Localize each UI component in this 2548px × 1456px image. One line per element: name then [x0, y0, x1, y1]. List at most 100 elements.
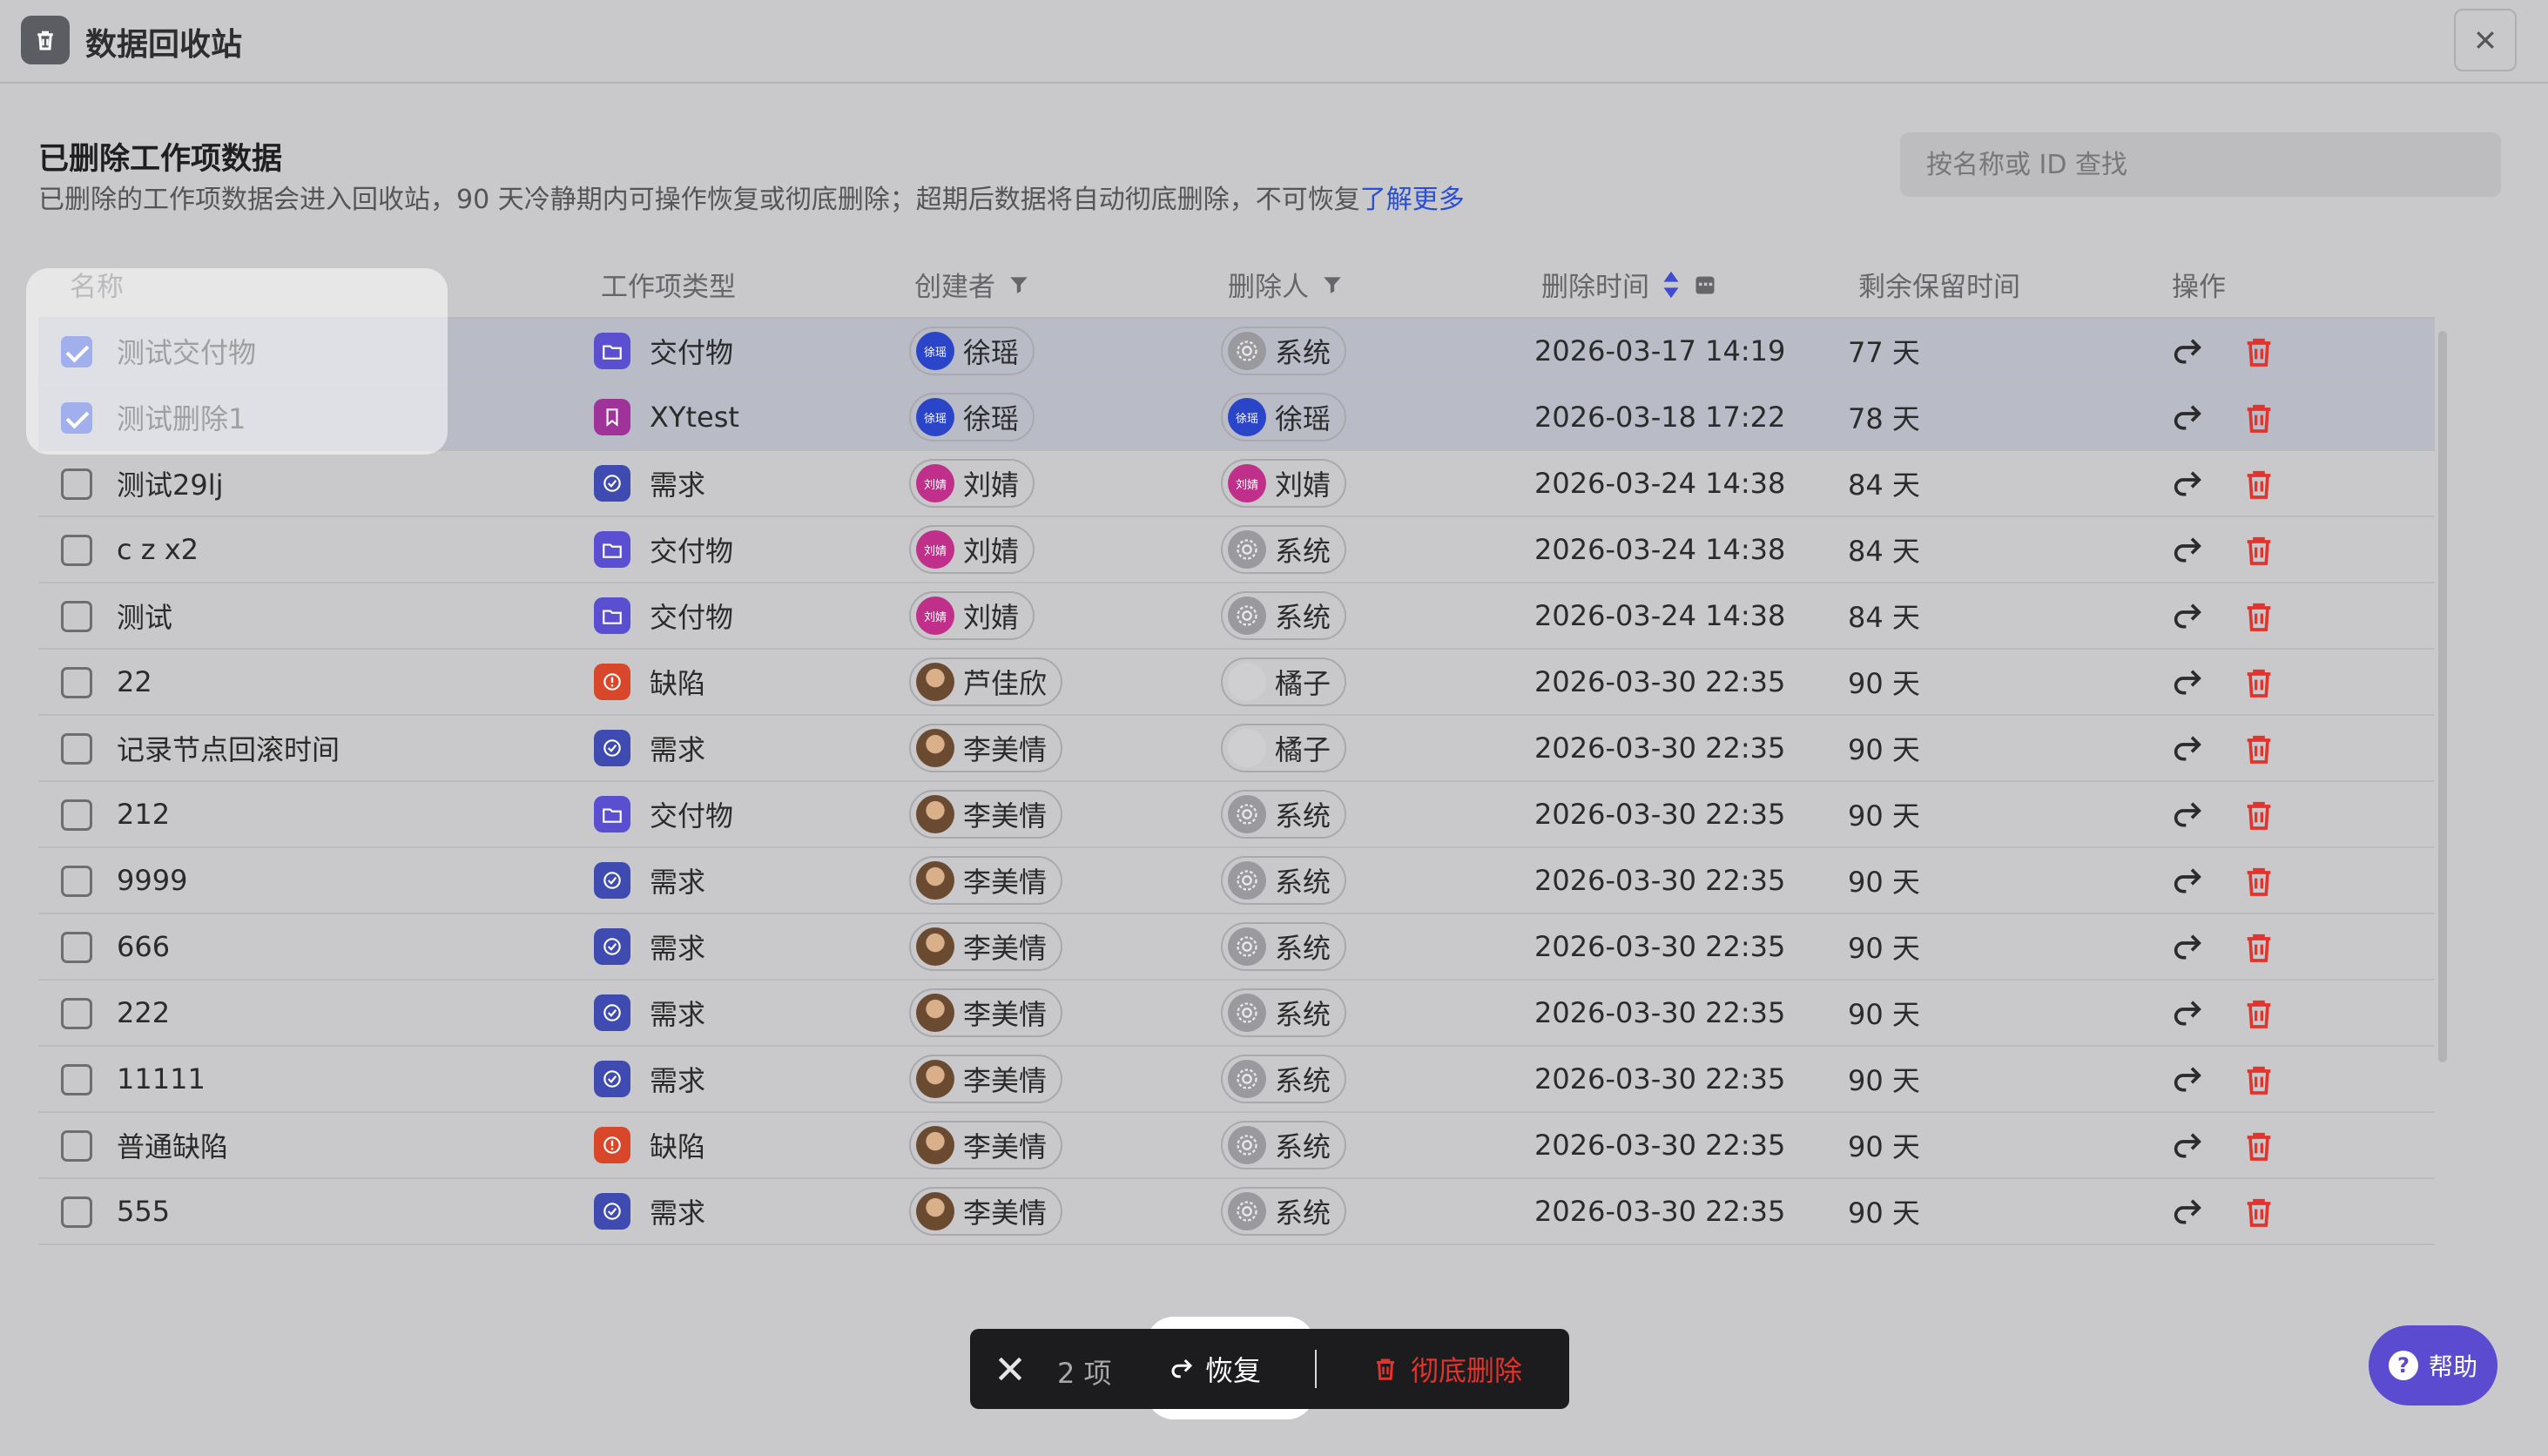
calendar-icon[interactable]: [1693, 273, 1717, 297]
row-type: 缺陷: [594, 1113, 705, 1177]
row-checkbox[interactable]: [61, 468, 92, 500]
row-checkbox[interactable]: [61, 1130, 92, 1162]
row-checkbox[interactable]: [61, 336, 92, 367]
delete-icon[interactable]: [2241, 467, 2276, 502]
deleter-chip[interactable]: 徐瑶 徐瑶: [1221, 393, 1347, 442]
deleter-chip[interactable]: 系统: [1221, 1121, 1347, 1170]
restore-icon[interactable]: [2170, 533, 2205, 568]
restore-icon[interactable]: [2170, 1129, 2205, 1163]
purge-button[interactable]: 彻底删除: [1372, 1345, 1522, 1393]
deleter-chip[interactable]: 橘子: [1221, 724, 1347, 772]
row-checkbox[interactable]: [61, 601, 92, 632]
restore-icon[interactable]: [2170, 930, 2205, 965]
creator-chip[interactable]: 李美情: [909, 1055, 1063, 1103]
filter-icon[interactable]: [1321, 273, 1344, 296]
creator-chip[interactable]: 李美情: [909, 856, 1063, 905]
creator-chip[interactable]: 刘婧 刘婧: [909, 591, 1035, 640]
restore-icon[interactable]: [2170, 334, 2205, 369]
filter-icon[interactable]: [1008, 273, 1030, 296]
row-checkbox[interactable]: [61, 799, 92, 831]
creator-chip[interactable]: 李美情: [909, 724, 1063, 772]
table-row[interactable]: c z x2 交付物 刘婧 刘婧 系统 2026-03-24 14:38 84 天: [38, 517, 2435, 583]
delete-icon[interactable]: [2241, 1195, 2276, 1230]
delete-icon[interactable]: [2241, 1129, 2276, 1163]
table-scrollbar[interactable]: [2438, 331, 2447, 1062]
table-row[interactable]: 测试29lj 需求 刘婧 刘婧 刘婧 刘婧 2026-03-24 14:38 84 天: [38, 451, 2435, 517]
deleter-chip[interactable]: 系统: [1221, 1055, 1347, 1103]
creator-chip[interactable]: 李美情: [909, 790, 1063, 839]
table-row[interactable]: 666 需求 李美情 系统 2026-03-30 22:35 90 天: [38, 914, 2435, 981]
table-row[interactable]: 测试删除1 XYtest 徐瑶 徐瑶 徐瑶 徐瑶 2026-03-18 17:22 78 天: [38, 385, 2435, 451]
restore-icon[interactable]: [2170, 599, 2205, 634]
restore-icon[interactable]: [2170, 996, 2205, 1031]
restore-icon[interactable]: [2170, 1062, 2205, 1097]
table-row[interactable]: 555 需求 李美情 系统 2026-03-30 22:35 90 天: [38, 1179, 2435, 1245]
deleter-chip[interactable]: 系统: [1221, 922, 1347, 971]
delete-icon[interactable]: [2241, 731, 2276, 766]
restore-icon[interactable]: [2170, 665, 2205, 700]
deleter-chip[interactable]: 系统: [1221, 790, 1347, 839]
creator-name: 李美情: [963, 1130, 1048, 1163]
help-button[interactable]: ? 帮助: [2369, 1325, 2497, 1405]
restore-icon[interactable]: [2170, 731, 2205, 766]
table-row[interactable]: 9999 需求 李美情 系统 2026-03-30 22:35 90 天: [38, 848, 2435, 914]
row-checkbox[interactable]: [61, 733, 92, 765]
table-row[interactable]: 测试 交付物 刘婧 刘婧 系统 2026-03-24 14:38 84 天: [38, 583, 2435, 650]
table-row[interactable]: 11111 需求 李美情 系统 2026-03-30 22:35 90 天: [38, 1047, 2435, 1113]
deleter-chip[interactable]: 系统: [1221, 327, 1347, 375]
table-row[interactable]: 212 交付物 李美情 系统 2026-03-30 22:35 90 天: [38, 782, 2435, 848]
clear-selection-icon[interactable]: [993, 1352, 1028, 1386]
row-type-label: 需求: [650, 733, 706, 766]
deleter-chip[interactable]: 刘婧 刘婧: [1221, 459, 1347, 508]
table-row[interactable]: 22 缺陷 芦佳欣 橘子 2026-03-30 22:35 90 天: [38, 650, 2435, 716]
delete-icon[interactable]: [2241, 930, 2276, 965]
restore-icon[interactable]: [2170, 864, 2205, 899]
delete-icon[interactable]: [2241, 533, 2276, 568]
row-checkbox[interactable]: [61, 998, 92, 1029]
creator-chip[interactable]: 芦佳欣: [909, 657, 1063, 706]
delete-icon[interactable]: [2241, 996, 2276, 1031]
work-item-type-icon: [594, 399, 630, 435]
delete-icon[interactable]: [2241, 1062, 2276, 1097]
deleter-chip[interactable]: 系统: [1221, 988, 1347, 1037]
table-row[interactable]: 测试交付物 交付物 徐瑶 徐瑶 系统 2026-03-17 14:19 77 天: [38, 319, 2435, 385]
delete-icon[interactable]: [2241, 665, 2276, 700]
restore-icon[interactable]: [2170, 1195, 2205, 1230]
delete-icon[interactable]: [2241, 401, 2276, 435]
creator-chip[interactable]: 徐瑶 徐瑶: [909, 327, 1035, 375]
deleter-chip[interactable]: 系统: [1221, 856, 1347, 905]
table-row[interactable]: 普通缺陷 缺陷 李美情 系统 2026-03-30 22:35 90 天: [38, 1113, 2435, 1179]
search-input[interactable]: [1900, 132, 2501, 197]
delete-icon[interactable]: [2241, 864, 2276, 899]
deleter-chip[interactable]: 系统: [1221, 591, 1347, 640]
close-window-button[interactable]: [2454, 9, 2517, 71]
row-checkbox[interactable]: [61, 535, 92, 566]
restore-icon[interactable]: [2170, 467, 2205, 502]
creator-chip[interactable]: 徐瑶 徐瑶: [909, 393, 1035, 442]
restore-icon[interactable]: [2170, 401, 2205, 435]
table-row[interactable]: 记录节点回滚时间 需求 李美情 橘子 2026-03-30 22:35 90 天: [38, 716, 2435, 782]
deleter-chip[interactable]: 橘子: [1221, 657, 1347, 706]
sort-icon[interactable]: [1662, 270, 1681, 300]
row-checkbox[interactable]: [61, 667, 92, 698]
restore-icon[interactable]: [2170, 798, 2205, 832]
row-checkbox[interactable]: [61, 866, 92, 897]
table-row[interactable]: 222 需求 李美情 系统 2026-03-30 22:35 90 天: [38, 981, 2435, 1047]
creator-chip[interactable]: 李美情: [909, 922, 1063, 971]
delete-icon[interactable]: [2241, 798, 2276, 832]
row-checkbox[interactable]: [61, 932, 92, 963]
creator-chip[interactable]: 刘婧 刘婧: [909, 459, 1035, 508]
learn-more-link[interactable]: 了解更多: [1360, 185, 1465, 215]
deleter-chip[interactable]: 系统: [1221, 525, 1347, 574]
delete-icon[interactable]: [2241, 599, 2276, 634]
delete-icon[interactable]: [2241, 334, 2276, 369]
creator-chip[interactable]: 李美情: [909, 1121, 1063, 1170]
row-checkbox[interactable]: [61, 402, 92, 434]
row-checkbox[interactable]: [61, 1064, 92, 1095]
row-checkbox[interactable]: [61, 1196, 92, 1228]
creator-chip[interactable]: 李美情: [909, 988, 1063, 1037]
creator-chip[interactable]: 李美情: [909, 1187, 1063, 1236]
deleter-chip[interactable]: 系统: [1221, 1187, 1347, 1236]
restore-button[interactable]: 恢复: [1160, 1345, 1270, 1393]
creator-chip[interactable]: 刘婧 刘婧: [909, 525, 1035, 574]
